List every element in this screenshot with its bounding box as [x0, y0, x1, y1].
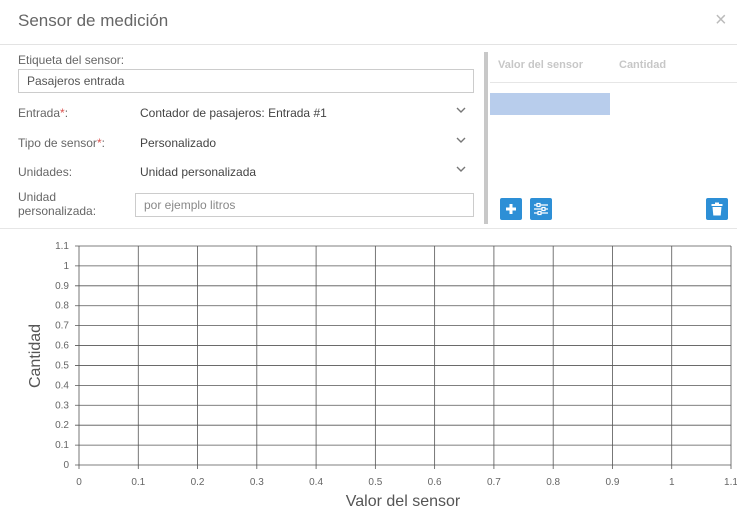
x-tick-label: 0.1	[131, 477, 145, 488]
units-select-value[interactable]: Unidad personalizada	[140, 165, 256, 179]
close-icon[interactable]: ×	[715, 9, 727, 32]
y-tick-label: 0.6	[55, 341, 69, 352]
input-select-value[interactable]: Contador de pasajeros: Entrada #1	[140, 106, 327, 120]
dialog-title: Sensor de medición	[18, 11, 169, 30]
chevron-down-icon[interactable]	[455, 104, 467, 119]
sensor-type-select-value[interactable]: Personalizado	[140, 136, 216, 150]
y-tick-label: 0.7	[55, 321, 69, 332]
x-tick-label: 0.2	[191, 477, 205, 488]
units-label: Unidades:	[18, 165, 73, 179]
trash-icon	[711, 202, 723, 216]
panel-divider[interactable]	[484, 52, 488, 224]
x-tick-label: 0.9	[606, 477, 620, 488]
y-tick-label: 1	[63, 261, 69, 272]
y-tick-label: 0.1	[55, 440, 69, 451]
x-tick-label: 0.5	[368, 477, 382, 488]
add-button[interactable]	[500, 198, 522, 220]
column-header-sensor-value: Valor del sensor	[498, 59, 583, 71]
table-row-selected[interactable]	[490, 93, 610, 115]
x-tick-label: 1	[669, 477, 675, 488]
custom-unit-input[interactable]: por ejemplo litros	[135, 193, 474, 217]
column-header-quantity: Cantidad	[619, 59, 667, 71]
chevron-down-icon[interactable]	[455, 163, 467, 178]
table-header-divider	[490, 82, 737, 83]
y-axis-label: Cantidad	[27, 324, 44, 388]
x-tick-label: 1.1	[724, 477, 737, 488]
x-tick-label: 0.7	[487, 477, 501, 488]
x-tick-label: 0	[76, 477, 82, 488]
sensor-label: Etiqueta del sensor:	[18, 53, 125, 67]
plus-icon	[506, 204, 516, 214]
sensor-label-input[interactable]: Pasajeros entrada	[18, 69, 474, 93]
settings-button[interactable]	[530, 198, 552, 220]
y-tick-label: 0.5	[55, 360, 69, 371]
x-tick-label: 0.6	[428, 477, 442, 488]
calibration-chart: 0 0.1 0.2 0.3 0.4 0.5 0.6 0.7 0.8 0.9 1 1.1 1.1 1 0.9…	[27, 241, 737, 510]
y-tick-label: 0.4	[55, 380, 69, 391]
dialog-header: Sensor de medición ×	[0, 0, 737, 45]
section-divider	[0, 228, 737, 229]
y-tick-label: 0	[63, 460, 69, 471]
x-tick-label: 0.3	[250, 477, 264, 488]
sensor-type-label: Tipo de sensor*:	[18, 136, 105, 150]
y-tick-label: 0.3	[55, 400, 69, 411]
y-tick-label: 0.9	[55, 281, 69, 292]
x-axis-label: Valor del sensor	[346, 493, 461, 510]
y-tick-label: 0.8	[55, 301, 69, 312]
chevron-down-icon[interactable]	[455, 134, 467, 149]
delete-button[interactable]	[706, 198, 728, 220]
input-label: Entrada*:	[18, 106, 69, 120]
y-tick-label: 1.1	[55, 241, 69, 252]
y-tick-label: 0.2	[55, 420, 69, 431]
sliders-icon	[534, 202, 548, 216]
x-tick-label: 0.4	[309, 477, 323, 488]
x-tick-label: 0.8	[546, 477, 560, 488]
custom-unit-label: Unidad personalizada:	[18, 190, 97, 218]
